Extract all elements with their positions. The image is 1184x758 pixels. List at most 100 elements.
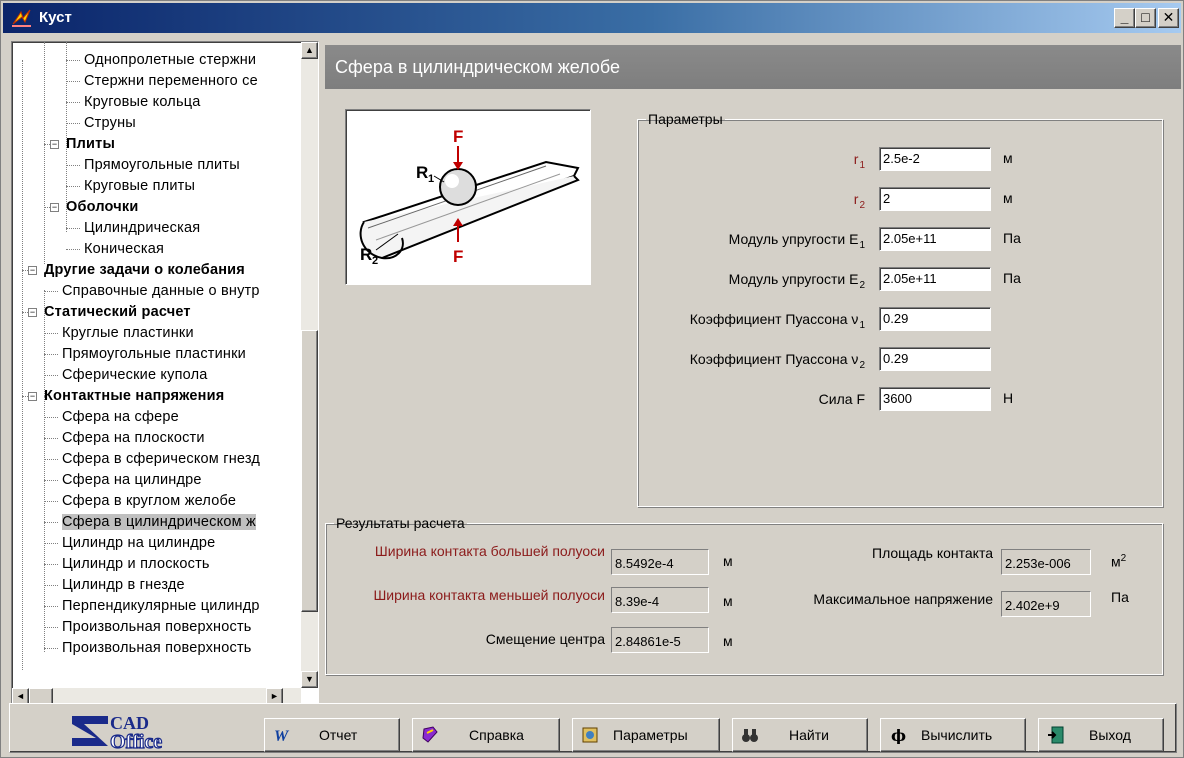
tree-item-label: Сфера в круглом желобе	[62, 493, 237, 509]
param-input[interactable]: 0.29	[879, 307, 991, 331]
contact-area-value: 2.253e-006	[1001, 549, 1091, 575]
app-icon	[12, 9, 31, 27]
find-button[interactable]: Найти	[732, 718, 868, 752]
parameters-button[interactable]: Параметры	[572, 718, 720, 752]
tree-item[interactable]: Цилиндр на цилиндре	[62, 533, 215, 554]
calculate-button-label: Вычислить	[921, 727, 993, 743]
param-label: r2	[853, 191, 865, 211]
tree-item[interactable]: Сфера в круглом желобе	[62, 491, 236, 512]
tree-connector	[66, 60, 80, 61]
tree-connector	[44, 417, 58, 418]
close-button[interactable]: ✕	[1158, 8, 1179, 28]
param-label: Модуль упругости E2	[728, 271, 865, 291]
param-unit: Па	[1003, 270, 1021, 286]
title-bar[interactable]: Куст _ □ ✕	[3, 3, 1181, 33]
tree-item[interactable]: Круговые плиты	[84, 176, 195, 197]
r1-label: R	[416, 163, 428, 182]
scroll-up-button[interactable]: ▲	[301, 42, 318, 59]
navigation-tree[interactable]: Однопролетные стержни Стержни переменного…	[11, 41, 319, 707]
tree-vertical-scrollbar[interactable]: ▲ ▼	[301, 42, 318, 688]
param-input[interactable]: 2.05e+11	[879, 227, 991, 251]
force-label-top: F	[453, 127, 463, 146]
r2-sub: 2	[372, 255, 378, 267]
tree-item[interactable]: Цилиндр и плоскость	[62, 554, 210, 575]
svg-text:Office: Office	[110, 731, 162, 752]
tree-item[interactable]: Произвольная поверхность	[62, 617, 252, 638]
tree-connector	[44, 438, 58, 439]
report-button[interactable]: W Отчет	[264, 718, 400, 752]
report-button-label: Отчет	[319, 727, 358, 743]
param-label: Модуль упругости E1	[728, 231, 865, 251]
app-window: Куст _ □ ✕ Однопролетные стержни Стержни …	[0, 0, 1184, 758]
find-button-label: Найти	[789, 727, 829, 743]
param-input[interactable]: 3600	[879, 387, 991, 411]
tree-item[interactable]: Контактные напряжения	[44, 386, 224, 407]
help-button-label: Справка	[469, 727, 524, 743]
tree-item[interactable]: Справочные данные о внутр	[62, 281, 260, 302]
tree-item[interactable]: Прямоугольные пластинки	[62, 344, 246, 365]
tree-item[interactable]: Сфера в цилиндрическом ж	[62, 512, 256, 533]
scroll-down-button[interactable]: ▼	[301, 671, 318, 688]
tree-item[interactable]: Сфера на сфере	[62, 407, 179, 428]
parameters-button-label: Параметры	[613, 727, 688, 743]
tree-item[interactable]: Стержни переменного се	[84, 71, 258, 92]
tree-item[interactable]: Плиты	[66, 134, 115, 155]
tree-item[interactable]: Струны	[84, 113, 136, 134]
r1-sub: 1	[428, 173, 434, 185]
scroll-thumb[interactable]	[301, 330, 318, 612]
tree-collapse-toggle[interactable]: −	[50, 203, 59, 212]
tree-item[interactable]: Круглые пластинки	[62, 323, 194, 344]
tree-guide-line	[44, 396, 45, 652]
tree-item-label: Круговые кольца	[84, 94, 201, 110]
tree-collapse-toggle[interactable]: −	[28, 308, 37, 317]
tree-item[interactable]: Круговые кольца	[84, 92, 201, 113]
tree-item-label: Коническая	[84, 241, 165, 257]
tree-item[interactable]: Прямоугольные плиты	[84, 155, 240, 176]
exit-button[interactable]: Выход	[1038, 718, 1164, 752]
tree-item-label: Однопролетные стержни	[84, 52, 257, 68]
tree-connector	[66, 186, 80, 187]
exit-door-icon	[1048, 726, 1064, 744]
tree-connector	[66, 165, 80, 166]
tree-item[interactable]: Цилиндр в гнезде	[62, 575, 185, 596]
tree-item[interactable]: Сфера на цилиндре	[62, 470, 202, 491]
parameters-legend: Параметры	[648, 111, 723, 127]
tree-item[interactable]: Произвольная поверхность	[62, 638, 252, 659]
tree-guide-line	[22, 60, 23, 670]
param-input[interactable]: 2.5e-2	[879, 147, 991, 171]
calculate-button[interactable]: ϕ Вычислить	[880, 718, 1026, 752]
tree-collapse-toggle[interactable]: −	[28, 266, 37, 275]
tree-collapse-toggle[interactable]: −	[28, 392, 37, 401]
maximize-button[interactable]: □	[1135, 8, 1156, 28]
param-input[interactable]: 2.05e+11	[879, 267, 991, 291]
tree-connector	[66, 249, 80, 250]
tree-item[interactable]: Однопролетные стержни	[84, 50, 256, 71]
minor-width-unit: м	[723, 593, 733, 609]
tree-item[interactable]: Перпендикулярные цилиндр	[62, 596, 260, 617]
tree-item[interactable]: Другие задачи о колебания	[44, 260, 245, 281]
minimize-button[interactable]: _	[1114, 8, 1135, 28]
tree-item-label: Контактные напряжения	[44, 388, 225, 404]
minor-width-value: 8.39e-4	[611, 587, 709, 613]
param-label: Коэффициент Пуассона ν1	[689, 311, 865, 331]
param-input[interactable]: 2	[879, 187, 991, 211]
tree-item-label: Плиты	[66, 136, 116, 152]
major-width-unit: м	[723, 553, 733, 569]
help-button[interactable]: Справка	[412, 718, 560, 752]
tree-item[interactable]: Цилиндрическая	[84, 218, 200, 239]
major-width-value: 8.5492e-4	[611, 549, 709, 575]
tree-item[interactable]: Коническая	[84, 239, 164, 260]
param-input[interactable]: 0.29	[879, 347, 991, 371]
tree-connector	[44, 564, 58, 565]
tree-item-label: Струны	[84, 115, 136, 131]
tree-item[interactable]: Статический расчет	[44, 302, 191, 323]
center-shift-unit: м	[723, 633, 733, 649]
tree-item[interactable]: Сфера в сферическом гнезд	[62, 449, 260, 470]
tree-item[interactable]: Сферические купола	[62, 365, 208, 386]
svg-text:ϕ: ϕ	[891, 726, 906, 744]
tree-item[interactable]: Сфера на плоскости	[62, 428, 205, 449]
tree-item[interactable]: Оболочки	[66, 197, 138, 218]
tree-collapse-toggle[interactable]: −	[50, 140, 59, 149]
force-label-bottom: F	[453, 247, 463, 266]
tree-connector	[66, 102, 80, 103]
